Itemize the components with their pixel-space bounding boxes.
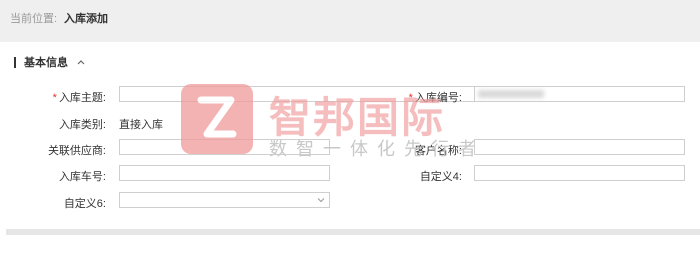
custom4-label: 自定义4: [419, 171, 462, 183]
section-header[interactable]: 基本信息 [14, 55, 87, 69]
type-value: 直接入库 [119, 119, 163, 131]
subject-label: * 入库主题: [40, 89, 106, 105]
required-mark: * [408, 92, 413, 104]
custom6-select[interactable] [119, 192, 330, 208]
chevron-down-icon [317, 198, 325, 203]
supplier-label: 关联供应商: [47, 145, 106, 157]
breadcrumb-label: 当前位置: [10, 13, 58, 25]
type-label: 入库类别: [58, 119, 106, 131]
subject-label-text: 入库主题: [58, 92, 106, 104]
section-divider [6, 229, 700, 235]
redacted-number [478, 90, 544, 98]
customer-label: 客户名称: [414, 145, 462, 157]
location-bar: 当前位置: 入库添加 [0, 0, 700, 42]
vehicle-input[interactable] [119, 165, 330, 181]
vehicle-label: 入库车号: [58, 171, 106, 183]
supplier-input[interactable] [119, 139, 330, 155]
required-mark: * [52, 92, 57, 104]
custom6-label: 自定义6: [63, 198, 106, 210]
breadcrumb-current: 入库添加 [64, 13, 108, 25]
custom4-input[interactable] [474, 165, 685, 181]
number-label-text: 入库编号: [414, 92, 462, 104]
number-label: * 入库编号: [400, 89, 462, 105]
chevron-up-icon[interactable] [75, 56, 87, 68]
customer-input[interactable] [474, 139, 685, 155]
section-marker [14, 56, 16, 68]
section-title: 基本信息 [24, 57, 68, 69]
